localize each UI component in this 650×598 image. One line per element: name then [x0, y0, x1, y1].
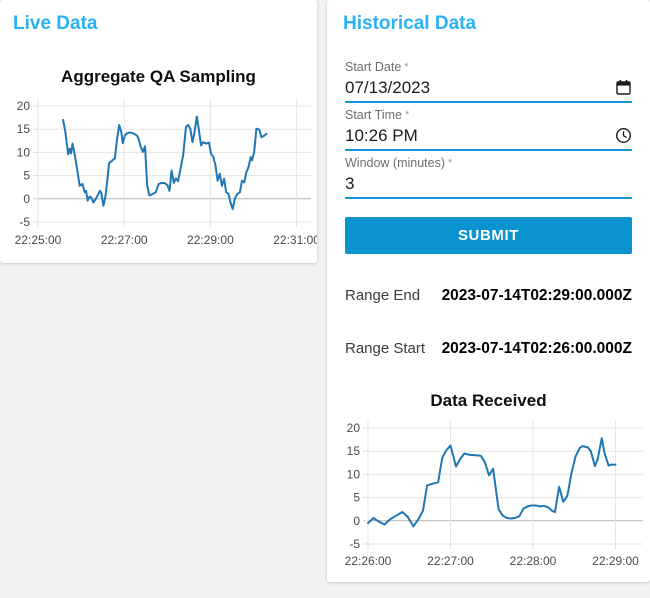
- start-date-input[interactable]: 07/13/2023: [345, 75, 632, 103]
- svg-text:15: 15: [347, 444, 361, 458]
- range-end-value: 2023-07-14T02:29:00.000Z: [441, 287, 632, 304]
- svg-text:20: 20: [347, 421, 361, 435]
- range-end-label: Range End: [345, 287, 421, 304]
- calendar-icon[interactable]: [615, 79, 632, 96]
- start-time-field: Start Time * 10:26 PM: [345, 108, 632, 151]
- start-time-value[interactable]: 10:26 PM: [345, 126, 418, 146]
- clock-icon[interactable]: [615, 127, 632, 144]
- window-minutes-value[interactable]: 3: [345, 174, 354, 194]
- svg-text:10: 10: [347, 467, 361, 481]
- live-chart-svg: -5 0 5 10 15 20 22:25:00 22:27:00 22:29:00 22:31:…: [15, 99, 320, 247]
- svg-text:22:27:00: 22:27:00: [101, 233, 148, 247]
- svg-text:22:31:00: 22:31:00: [273, 233, 317, 247]
- svg-text:15: 15: [17, 122, 31, 136]
- svg-text:5: 5: [23, 169, 30, 183]
- required-marker: *: [448, 157, 453, 169]
- submit-button[interactable]: SUBMIT: [345, 217, 632, 254]
- historical-data-panel: Historical Data Start Date * 07/13/2023 S…: [327, 0, 650, 582]
- svg-text:22:27:00: 22:27:00: [427, 554, 474, 568]
- start-time-label: Start Time *: [345, 108, 632, 123]
- window-minutes-label: Window (minutes) *: [345, 156, 632, 171]
- live-data-panel: Live Data Aggregate QA Sampling -5 0 5 10 15…: [0, 0, 320, 263]
- svg-text:10: 10: [17, 145, 31, 159]
- required-marker: *: [404, 61, 409, 73]
- start-date-label-text: Start Date: [345, 60, 402, 74]
- svg-text:0: 0: [353, 514, 360, 528]
- start-time-input[interactable]: 10:26 PM: [345, 123, 632, 151]
- svg-text:0: 0: [23, 192, 30, 206]
- data-received-chart: -5 0 5 10 15 20 22:26:00 22:27:00 22:28:00 22:29:…: [327, 415, 650, 573]
- window-minutes-field: Window (minutes) * 3: [345, 156, 632, 199]
- received-chart-svg: -5 0 5 10 15 20 22:26:00 22:27:00 22:28:00 22:29:…: [345, 421, 643, 568]
- required-marker: *: [404, 109, 410, 121]
- range-end-row: Range End 2023-07-14T02:29:00.000Z: [345, 287, 632, 305]
- range-start-row: Range Start 2023-07-14T02:26:00.000Z: [345, 340, 632, 358]
- live-chart-title: Aggregate QA Sampling: [61, 67, 256, 86]
- svg-text:22:29:00: 22:29:00: [187, 233, 234, 247]
- historical-form: Start Date * 07/13/2023 Start Time * 10:26…: [327, 60, 650, 358]
- live-data-heading: Live Data: [13, 13, 98, 34]
- window-minutes-input[interactable]: 3: [345, 171, 632, 199]
- svg-text:-5: -5: [349, 537, 360, 551]
- svg-text:22:26:00: 22:26:00: [345, 554, 392, 568]
- app-root: { "colors": { "heading_blue": "#29b2f5",…: [0, 0, 650, 598]
- range-start-label: Range Start: [345, 340, 426, 357]
- start-date-value[interactable]: 07/13/2023: [345, 78, 430, 98]
- aggregate-qa-sampling-chart: -5 0 5 10 15 20 22:25:00 22:27:00 22:29:00 22:31:…: [0, 95, 320, 253]
- svg-text:20: 20: [17, 99, 31, 113]
- start-date-label: Start Date *: [345, 60, 632, 75]
- received-chart-title: Data Received: [430, 391, 547, 410]
- svg-text:22:29:00: 22:29:00: [592, 554, 639, 568]
- window-minutes-label-text: Window (minutes): [345, 156, 446, 170]
- svg-text:5: 5: [353, 491, 360, 505]
- svg-text:22:28:00: 22:28:00: [510, 554, 557, 568]
- start-time-label-text: Start Time: [345, 108, 402, 122]
- svg-text:22:25:00: 22:25:00: [15, 233, 62, 247]
- range-start-value: 2023-07-14T02:26:00.000Z: [441, 340, 632, 357]
- svg-text:-5: -5: [19, 215, 30, 229]
- historical-data-heading: Historical Data: [343, 13, 477, 34]
- start-date-field: Start Date * 07/13/2023: [345, 60, 632, 103]
